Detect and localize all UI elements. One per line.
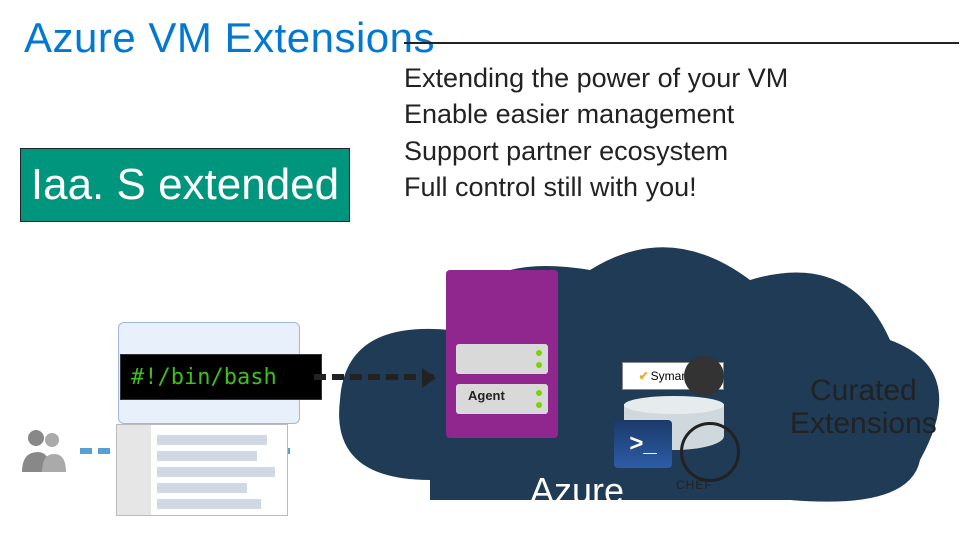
bash-shebang: #!/bin/bash bbox=[120, 354, 322, 400]
curated-line2: Extensions bbox=[790, 407, 937, 440]
vm-box: Agent bbox=[446, 270, 558, 438]
portal-row bbox=[157, 435, 267, 445]
bullet-item: Full control still with you! bbox=[404, 169, 788, 205]
portal-sidebar bbox=[117, 425, 151, 515]
portal-row bbox=[157, 483, 247, 493]
portal-row bbox=[157, 467, 275, 477]
status-leds-icon bbox=[536, 390, 542, 408]
slide-title: Azure VM Extensions bbox=[24, 14, 435, 62]
users-icon bbox=[20, 428, 70, 479]
chef-label: CHEF bbox=[676, 478, 713, 492]
bullet-item: Enable easier management bbox=[404, 96, 788, 132]
slide: Azure VM Extensions Extending the power … bbox=[0, 0, 979, 551]
iaas-badge: Iaa. S extended bbox=[20, 148, 350, 222]
portal-row bbox=[157, 451, 257, 461]
agent-label: Agent bbox=[468, 388, 505, 403]
vm-disk-row bbox=[456, 344, 548, 374]
octopus-deploy-icon bbox=[684, 356, 724, 396]
azure-label: Azure bbox=[530, 470, 624, 512]
bullet-item: Extending the power of your VM bbox=[404, 60, 788, 96]
powershell-icon: >_ bbox=[614, 420, 672, 468]
divider-line bbox=[404, 42, 959, 44]
portal-row bbox=[157, 499, 261, 509]
curated-extensions-label: Curated Extensions bbox=[790, 374, 937, 440]
check-icon: ✔ bbox=[639, 369, 649, 383]
bullet-list: Extending the power of your VM Enable ea… bbox=[404, 60, 788, 206]
arrow-script-to-vm bbox=[314, 374, 434, 380]
vm-agent-row: Agent bbox=[456, 384, 548, 414]
status-leds-icon bbox=[536, 350, 542, 368]
bullet-item: Support partner ecosystem bbox=[404, 133, 788, 169]
chef-logo-icon bbox=[680, 422, 740, 482]
curated-line1: Curated bbox=[790, 374, 937, 407]
portal-thumbnail bbox=[116, 424, 288, 516]
